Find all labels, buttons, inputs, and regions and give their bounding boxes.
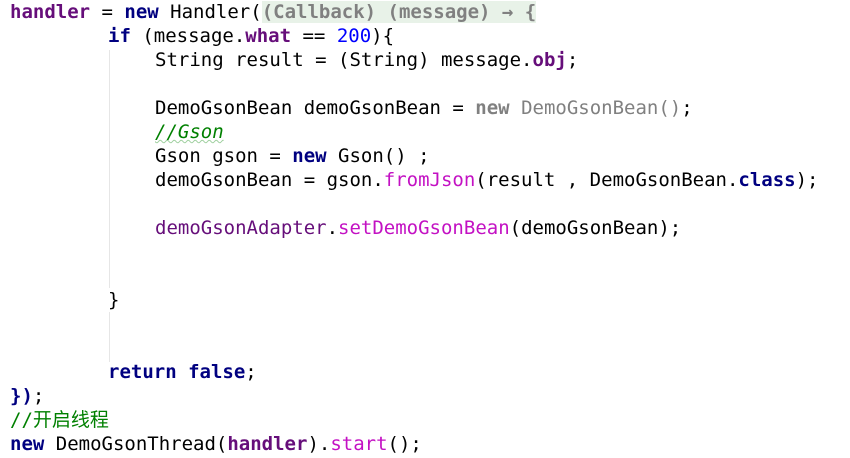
token-operator: == [291, 25, 337, 47]
token-keyword: new [124, 1, 159, 23]
token-text: (demoGsonBean); [509, 217, 682, 239]
code-line[interactable]: new DemoGsonThread(handler).start(); [10, 432, 422, 456]
token-text: DemoGsonThread( [44, 433, 228, 455]
token-keyword: new [475, 97, 510, 119]
indent-guide [109, 50, 110, 288]
code-line[interactable]: Gson gson = new Gson() ; [155, 144, 430, 168]
token-method-call: fromJson [383, 169, 476, 191]
token-number: 200 [336, 25, 372, 47]
token-keyword: false [188, 361, 246, 383]
token-text: ; [566, 49, 579, 71]
token-text: Handler( [158, 1, 262, 23]
token-text: (message. [130, 25, 246, 47]
code-line[interactable]: }); [10, 384, 44, 408]
code-line[interactable]: //Gson [155, 120, 224, 144]
token-redundant-constructor: DemoGsonBean() [521, 97, 682, 119]
token-text: (result , DemoGsonBean. [475, 169, 739, 191]
token-keyword: return [108, 361, 177, 383]
token-text: ; [245, 361, 257, 383]
code-line[interactable]: demoGsonAdapter.setDemoGsonBean(demoGson… [155, 216, 681, 240]
code-line[interactable]: if (message.what == 200){ [108, 24, 394, 48]
token-comment: //Gson [155, 121, 224, 143]
code-line[interactable]: String result = (String) message.obj; [155, 48, 578, 72]
folded-lambda-hint[interactable]: (Callback) (message) → { [261, 1, 537, 23]
token-field: what [245, 25, 292, 47]
indent-guide [109, 312, 110, 362]
token-instance-field: demoGsonAdapter [155, 217, 327, 239]
token-text: String result = (String) message. [155, 49, 533, 71]
token-text: DemoGsonBean demoGsonBean = [155, 97, 476, 119]
token-text: ; [32, 385, 45, 407]
token-keyword: new [10, 433, 45, 455]
token-operator: = [90, 1, 125, 23]
token-text: Gson() ; [326, 145, 430, 167]
token-text: . [326, 217, 339, 239]
token-text: ; [681, 97, 693, 119]
code-line[interactable]: } [108, 288, 119, 312]
token-brace: }) [10, 385, 33, 407]
token-text: demoGsonBean = gson. [155, 169, 384, 191]
token-text: ){ [371, 25, 395, 47]
token-field: obj [532, 49, 567, 71]
code-line[interactable]: DemoGsonBean demoGsonBean = new DemoGson… [155, 96, 693, 120]
code-line[interactable]: return false; [108, 360, 257, 384]
code-editor[interactable]: handler = new Handler((Callback) (messag… [0, 0, 850, 458]
token-keyword: if [108, 25, 131, 47]
code-line[interactable]: handler = new Handler((Callback) (messag… [10, 0, 537, 24]
token-text: } [108, 289, 120, 311]
token-method-call: start [330, 433, 388, 455]
code-line[interactable]: //开启线程 [10, 408, 109, 432]
token-text: Gson gson = [155, 145, 293, 167]
token-field: handler [10, 1, 91, 23]
token-text: ). [307, 433, 331, 455]
code-line[interactable]: demoGsonBean = gson.fromJson(result , De… [155, 168, 819, 192]
token-text: ); [795, 169, 819, 191]
token-keyword: new [292, 145, 327, 167]
token-comment: //开启线程 [10, 409, 109, 431]
token-text: (); [387, 433, 422, 455]
token-field: handler [227, 433, 308, 455]
token-method-call: setDemoGsonBean [338, 217, 510, 239]
token-keyword: class [738, 169, 796, 191]
